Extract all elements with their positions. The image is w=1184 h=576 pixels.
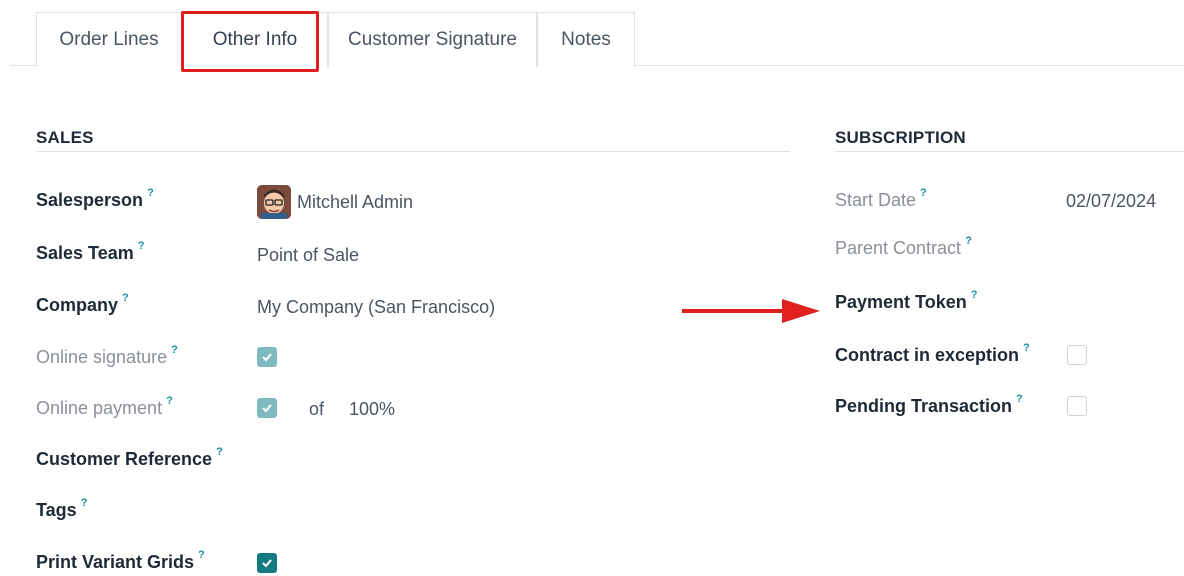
help-icon[interactable]: ? <box>138 240 145 252</box>
online-payment-label: Online payment? <box>36 395 173 418</box>
subscription-section-title: SUBSCRIPTION <box>835 128 966 147</box>
arrow-annotation-icon <box>682 299 820 323</box>
help-icon[interactable]: ? <box>1016 393 1023 405</box>
help-icon[interactable]: ? <box>122 292 129 304</box>
sales-section-divider <box>36 151 790 152</box>
parent-contract-label: Parent Contract? <box>835 235 972 258</box>
subscription-section-divider <box>835 151 1184 152</box>
tags-label: Tags? <box>36 497 88 520</box>
contract-in-exception-label: Contract in exception? <box>835 342 1030 365</box>
company-label: Company? <box>36 292 129 315</box>
sales-section-title: SALES <box>36 128 94 147</box>
help-icon[interactable]: ? <box>147 187 154 199</box>
help-icon[interactable]: ? <box>166 395 173 407</box>
print-variant-grids-label: Print Variant Grids? <box>36 549 205 572</box>
online-signature-label: Online signature? <box>36 344 178 367</box>
company-value[interactable]: My Company (San Francisco) <box>257 297 495 318</box>
check-icon <box>262 353 272 362</box>
start-date-value: 02/07/2024 <box>1066 191 1157 211</box>
tab-order-lines[interactable]: Order Lines <box>36 12 182 67</box>
avatar <box>257 185 291 219</box>
sales-team-label: Sales Team? <box>36 240 145 263</box>
online-payment-percent[interactable]: 100% <box>349 399 395 420</box>
start-date-label: Start Date? <box>835 187 927 210</box>
help-icon[interactable]: ? <box>198 549 205 561</box>
salesperson-label: Salesperson? <box>36 187 154 210</box>
help-icon[interactable]: ? <box>1023 342 1030 354</box>
pending-transaction-label: Pending Transaction? <box>835 393 1023 416</box>
pending-transaction-checkbox[interactable] <box>1067 396 1087 416</box>
tab-notes[interactable]: Notes <box>537 12 635 67</box>
check-icon <box>262 404 272 413</box>
payment-token-label: Payment Token? <box>835 289 978 312</box>
online-signature-checkbox[interactable] <box>257 347 277 367</box>
online-payment-checkbox[interactable] <box>257 398 277 418</box>
help-icon[interactable]: ? <box>81 497 88 509</box>
help-icon[interactable]: ? <box>171 344 178 356</box>
help-icon[interactable]: ? <box>965 235 972 247</box>
check-icon <box>262 559 272 568</box>
notebook-tabs: Order Lines Other Info Customer Signatur… <box>10 12 1184 67</box>
online-payment-of-text: of <box>309 399 325 419</box>
help-icon[interactable]: ? <box>920 187 927 199</box>
salesperson-value[interactable]: Mitchell Admin <box>297 192 413 213</box>
customer-reference-label: Customer Reference? <box>36 446 223 469</box>
help-icon[interactable]: ? <box>216 446 223 458</box>
tab-customer-signature[interactable]: Customer Signature <box>328 12 537 67</box>
contract-in-exception-checkbox[interactable] <box>1067 345 1087 365</box>
help-icon[interactable]: ? <box>971 289 978 301</box>
sales-team-value[interactable]: Point of Sale <box>257 245 359 266</box>
tab-other-info[interactable]: Other Info <box>182 12 328 67</box>
print-variant-grids-checkbox[interactable] <box>257 553 277 573</box>
